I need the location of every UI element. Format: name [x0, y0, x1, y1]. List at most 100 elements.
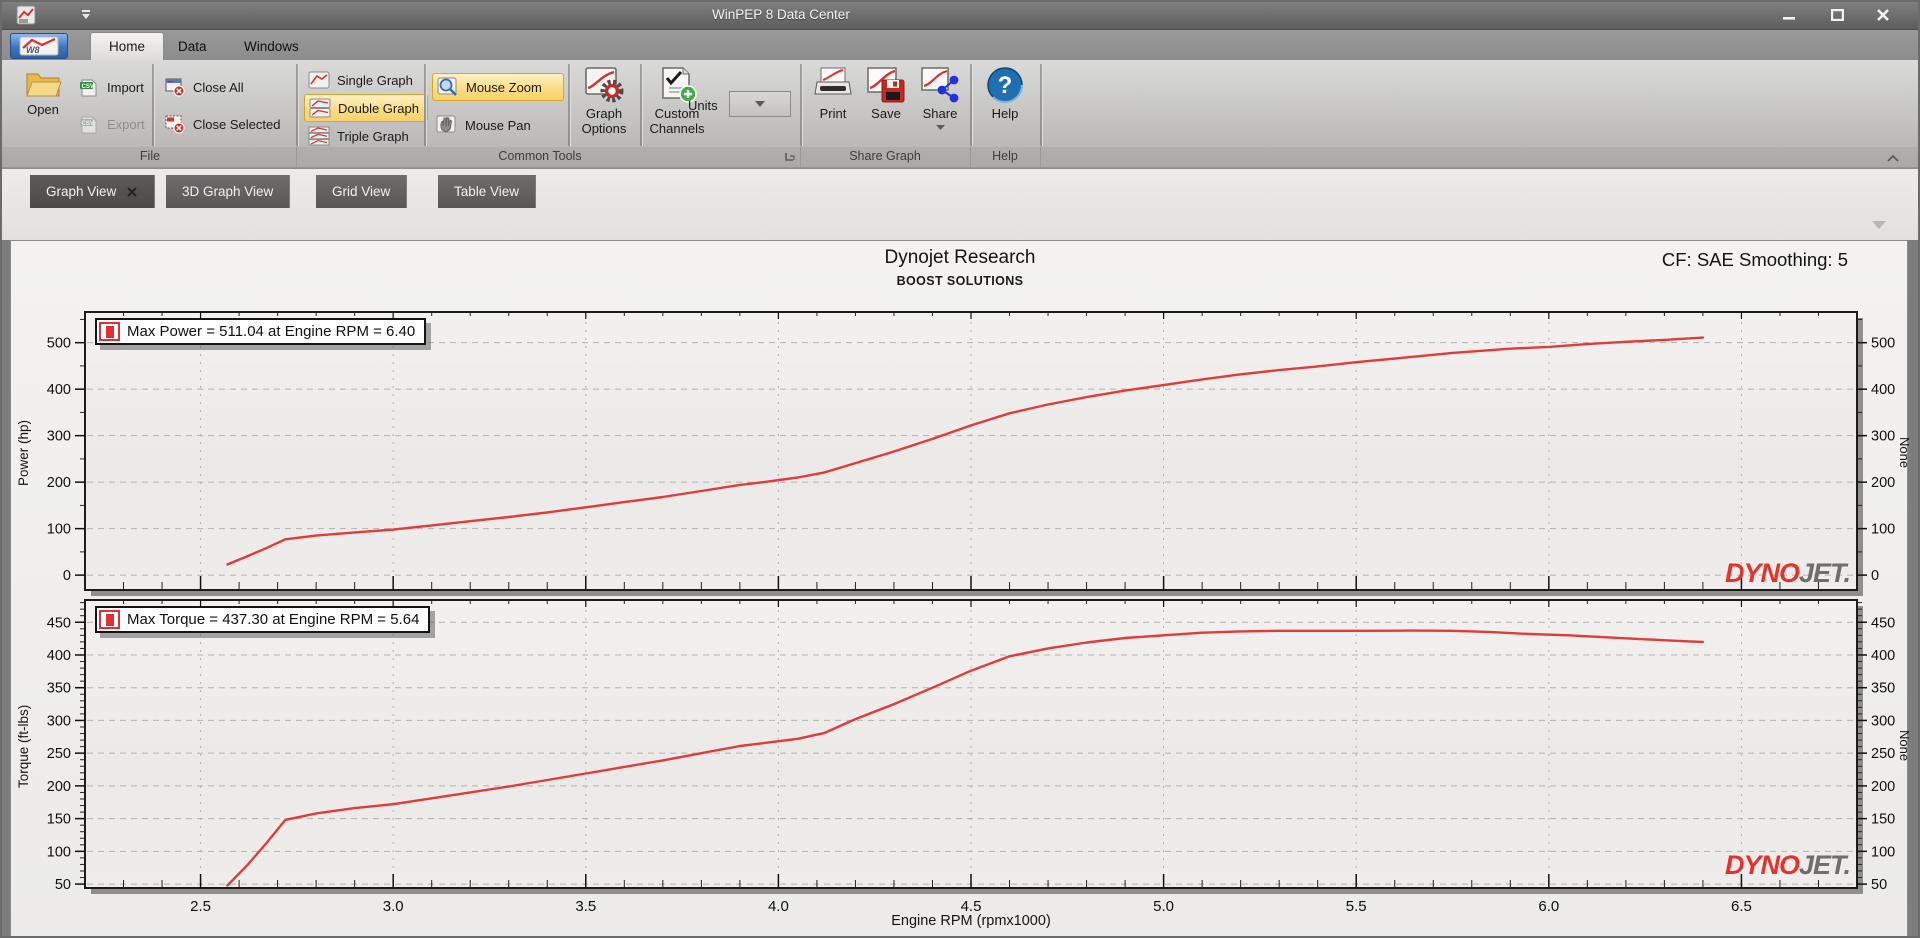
triple-graph-button[interactable]: Triple Graph: [304, 122, 417, 150]
document-tab-strip: Graph View 3D Graph View Grid View Table…: [0, 168, 1920, 240]
svg-text:400: 400: [47, 382, 71, 398]
save-icon: [867, 67, 905, 103]
window-title: WinPEP 8 Data Center: [712, 7, 850, 22]
ribbon-tab-windows[interactable]: Windows: [226, 32, 317, 60]
tab-overflow-icon[interactable]: [1872, 221, 1888, 231]
svg-text:50: 50: [1871, 877, 1887, 893]
close-selected-icon: [165, 115, 185, 134]
svg-text:100: 100: [1871, 522, 1895, 538]
chevron-down-icon: [755, 101, 765, 107]
svg-text:250: 250: [47, 746, 71, 762]
mouse-zoom-button[interactable]: Mouse Zoom: [432, 73, 564, 101]
dialog-launcher-icon[interactable]: [784, 150, 798, 164]
export-csv-icon: CSV: [80, 116, 97, 134]
svg-text:200: 200: [47, 779, 71, 795]
help-group-label: Help: [992, 149, 1018, 163]
svg-text:100: 100: [47, 522, 71, 538]
common-tools-group-label: Common Tools: [498, 149, 582, 163]
svg-text:W8: W8: [26, 45, 40, 55]
svg-text:450: 450: [1871, 615, 1895, 631]
ribbon-tab-data[interactable]: Data: [160, 32, 225, 60]
save-label: Save: [871, 106, 901, 121]
mouse-pan-label: Mouse Pan: [465, 117, 531, 133]
ribbon-separator: [152, 64, 154, 146]
mouse-zoom-label: Mouse Zoom: [466, 79, 542, 95]
ribbon-separator: [1040, 64, 1042, 146]
close-all-button[interactable]: Close All: [160, 73, 252, 101]
torque-legend-text: Max Torque = 437.30 at Engine RPM = 5.64: [127, 611, 420, 628]
dynojet-logo: DYNOJET.: [1724, 850, 1851, 880]
tab-table-view[interactable]: Table View: [438, 175, 537, 208]
import-csv-icon: CSV: [80, 79, 97, 97]
double-graph-button[interactable]: Double Graph: [304, 94, 428, 122]
power-axis-title: Power (hp): [16, 419, 31, 487]
graph-title: Dynojet Research: [884, 247, 1036, 268]
mouse-pan-icon: [436, 115, 456, 133]
close-selected-button[interactable]: Close Selected: [160, 110, 288, 138]
open-folder-icon: [26, 73, 62, 97]
share-dropdown-arrow: [935, 124, 945, 130]
graph-options-label: Graph Options: [581, 106, 627, 136]
svg-text:0: 0: [1871, 568, 1879, 584]
minimize-button[interactable]: [1774, 5, 1804, 24]
maximize-button[interactable]: [1822, 5, 1852, 24]
svg-text:400: 400: [47, 648, 71, 664]
ribbon-tab-row: W8 Home Data Windows: [0, 30, 1920, 85]
tab-graph-view[interactable]: Graph View: [30, 175, 156, 208]
save-button[interactable]: Save: [862, 66, 910, 122]
help-button[interactable]: ? Help: [980, 66, 1030, 122]
triple-graph-icon: [308, 126, 330, 146]
single-graph-label: Single Graph: [337, 72, 413, 88]
print-icon: [814, 67, 852, 95]
single-graph-button[interactable]: Single Graph: [304, 66, 421, 94]
x-axis-title: Engine RPM (rpmx1000): [891, 913, 1051, 929]
units-label: Units: [688, 98, 718, 113]
print-button[interactable]: Print: [806, 66, 860, 122]
tab-3d-graph-view[interactable]: 3D Graph View: [166, 175, 291, 208]
legend-marker: [99, 322, 120, 341]
import-button[interactable]: CSV Import: [74, 73, 152, 101]
svg-text:150: 150: [47, 812, 71, 828]
graph-options-button[interactable]: Graph Options: [572, 66, 636, 136]
ribbon-separator: [424, 64, 426, 146]
close-button[interactable]: [1868, 5, 1898, 24]
ribbon-separator: [970, 64, 972, 146]
close-tab-icon[interactable]: [126, 186, 138, 198]
tab-graph-view-label: Graph View: [46, 184, 117, 199]
units-dropdown[interactable]: [729, 91, 791, 117]
single-graph-icon: [308, 71, 330, 89]
svg-text:300: 300: [47, 713, 71, 729]
close-selected-label: Close Selected: [193, 116, 281, 132]
mouse-zoom-icon: [437, 77, 457, 96]
svg-text:500: 500: [47, 336, 71, 352]
torque-right-axis-title: None: [1897, 729, 1912, 762]
svg-text:100: 100: [1871, 844, 1895, 860]
ribbon-separator: [568, 64, 570, 146]
ribbon-separator: [800, 64, 802, 146]
power-legend-text: Max Power = 511.04 at Engine RPM = 6.40: [127, 323, 416, 340]
share-label: Share: [922, 106, 958, 121]
share-button[interactable]: Share: [914, 66, 966, 130]
ribbon: Open CSV Import CSV Export Close All Clo…: [0, 60, 1920, 168]
power-legend[interactable]: Max Power = 511.04 at Engine RPM = 6.40: [95, 318, 427, 345]
help-icon: ?: [987, 67, 1023, 103]
torque-axis-title: Torque (ft-lbs): [16, 704, 31, 788]
legend-marker: [99, 610, 120, 629]
export-label: Export: [107, 116, 145, 132]
torque-legend[interactable]: Max Torque = 437.30 at Engine RPM = 5.64: [95, 606, 431, 633]
qat-dropdown-icon[interactable]: [78, 8, 94, 22]
share-graph-group-label: Share Graph: [849, 149, 921, 163]
tab-grid-view[interactable]: Grid View: [316, 175, 408, 208]
open-button[interactable]: Open: [14, 66, 72, 118]
triple-graph-label: Triple Graph: [337, 128, 409, 144]
close-all-icon: [165, 78, 185, 97]
svg-text:400: 400: [1871, 382, 1895, 398]
svg-text:400: 400: [1871, 648, 1895, 664]
ribbon-tab-home[interactable]: Home: [90, 32, 165, 60]
svg-text:200: 200: [47, 475, 71, 491]
export-button[interactable]: CSV Export: [74, 110, 153, 138]
application-button[interactable]: W8: [10, 33, 68, 59]
mouse-pan-button[interactable]: Mouse Pan: [432, 111, 539, 139]
svg-text:CSV: CSV: [82, 121, 94, 127]
ribbon-collapse-icon[interactable]: [1886, 150, 1902, 164]
